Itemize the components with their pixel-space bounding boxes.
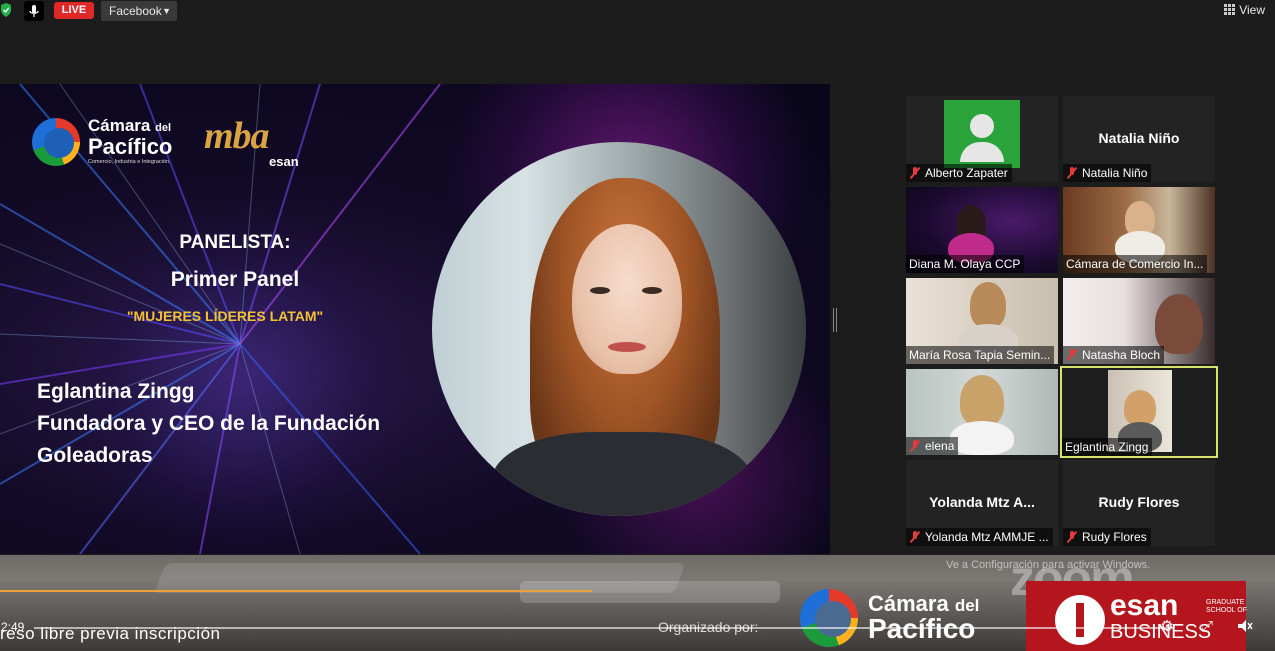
participant-name: Rudy Flores [1063,528,1151,546]
playback-progress-bar[interactable] [34,627,1174,629]
mba-esan-logo: mba esan [204,115,324,170]
logo-subtitle: Comercio, Industria e Integración [88,159,170,165]
logo-text: Pacífico [88,134,173,159]
speaker-name: Eglantina Zingg [37,380,195,403]
logo-text: esan [269,154,299,169]
camara-logo-icon [32,118,80,166]
muted-mic-icon [1066,167,1078,179]
windows-activation-watermark: Ve a Configuración para activar Windows. [946,559,1151,571]
portrait-eye [642,287,662,294]
speaker-info: Eglantina Zingg Fundadora y CEO de la Fu… [37,376,380,472]
muted-mic-icon [909,440,921,452]
playback-time: 2:49 [1,620,25,634]
muted-mic-icon [909,167,921,179]
participant-tile[interactable]: Diana M. Olaya CCP [906,187,1058,273]
participant-name: Yolanda Mtz AMMJE ... [906,528,1053,546]
muted-mic-icon [909,531,921,543]
fullscreen-icon[interactable]: ⤢ [1198,617,1216,635]
participant-tile[interactable]: Natasha Bloch [1063,278,1215,364]
participant-display-name: Natalia Niño [1098,130,1180,146]
video-person [960,375,1004,427]
background-shape [520,581,780,603]
esan-logo-icon [1055,595,1105,645]
video-person [1155,294,1203,354]
portrait-lips [608,342,646,352]
participant-tile-active-speaker[interactable]: Eglantina Zingg [1060,366,1218,458]
participant-name: elena [906,437,959,455]
participant-display-name: Yolanda Mtz A... [929,494,1035,510]
video-person [1124,390,1156,426]
participant-display-name: Rudy Flores [1098,494,1180,510]
avatar [944,100,1020,168]
video-person [950,421,1014,455]
portrait-eye [590,287,610,294]
participant-tile[interactable]: María Rosa Tapia Semin... [906,278,1058,364]
settings-gear-icon[interactable]: ⚙ [1158,617,1176,635]
shared-screen: Cámara del Pacífico Comercio, Industria … [0,84,830,554]
participant-tile[interactable]: Natalia Niño Natalia Niño [1063,96,1215,182]
muted-mic-icon [1066,531,1078,543]
panel-theme: "MUJERES LÍDERES LATAM" [126,308,324,324]
participant-name: Natasha Bloch [1063,346,1165,364]
participant-name: Eglantina Zingg [1062,438,1153,456]
top-toolbar: LIVE Facebook ▼ View [0,0,1275,22]
camara-del-pacifico-logo: Cámara del Pacífico Comercio, Industria … [32,116,202,166]
participant-tile[interactable]: elena [906,369,1058,455]
view-label: View [1239,3,1265,17]
caret-down-icon: ▼ [162,6,171,16]
logo-text: mba [204,115,270,157]
view-button[interactable]: View [1224,2,1265,19]
platform-label: Facebook [109,4,162,18]
panel-title: Primer Panel [170,268,300,291]
shield-icon[interactable] [0,2,12,18]
zoom-window: LIVE Facebook ▼ View Cámara del Pacífico… [0,0,1275,651]
participant-name: María Rosa Tapia Semin... [906,346,1055,364]
participant-tile[interactable]: Cámara de Comercio In... [1063,187,1215,273]
camara-logo-icon [800,589,858,647]
logo-text: del [155,122,172,134]
volume-icon[interactable] [1236,617,1254,635]
speaker-role: Fundadora y CEO de la Fundación [37,412,381,435]
participant-name: Alberto Zapater [906,164,1012,182]
logo-text: Pacífico [868,613,976,644]
participant-name: Diana M. Olaya CCP [906,255,1025,273]
live-badge[interactable]: LIVE [54,2,94,19]
participant-tile[interactable]: Alberto Zapater [906,96,1058,182]
accent-line [0,590,592,592]
participant-tile[interactable]: Rudy Flores Rudy Flores [1063,460,1215,546]
panel-resize-handle[interactable] [833,308,837,332]
participant-tile[interactable]: Yolanda Mtz A... Yolanda Mtz AMMJE ... [906,460,1058,546]
video-player-overlay: zoom Ve a Configuración para activar Win… [0,555,1275,651]
participant-name: Natalia Niño [1063,164,1152,182]
portrait-shirt [492,432,752,516]
panelista-heading: PANELISTA: [179,232,291,253]
logo-text: GRADUATE SCHOOL OF [1206,599,1247,614]
speaker-portrait [432,142,806,516]
logo-text: Cámara [88,116,151,135]
grid-icon [1224,4,1236,15]
microphone-icon[interactable] [24,1,44,21]
muted-mic-icon [1066,349,1078,361]
video-person [970,282,1006,328]
livestream-platform-dropdown[interactable]: Facebook ▼ [101,1,177,21]
speaker-role: Goleadoras [37,444,153,467]
participant-name: Cámara de Comercio In... [1063,255,1208,273]
